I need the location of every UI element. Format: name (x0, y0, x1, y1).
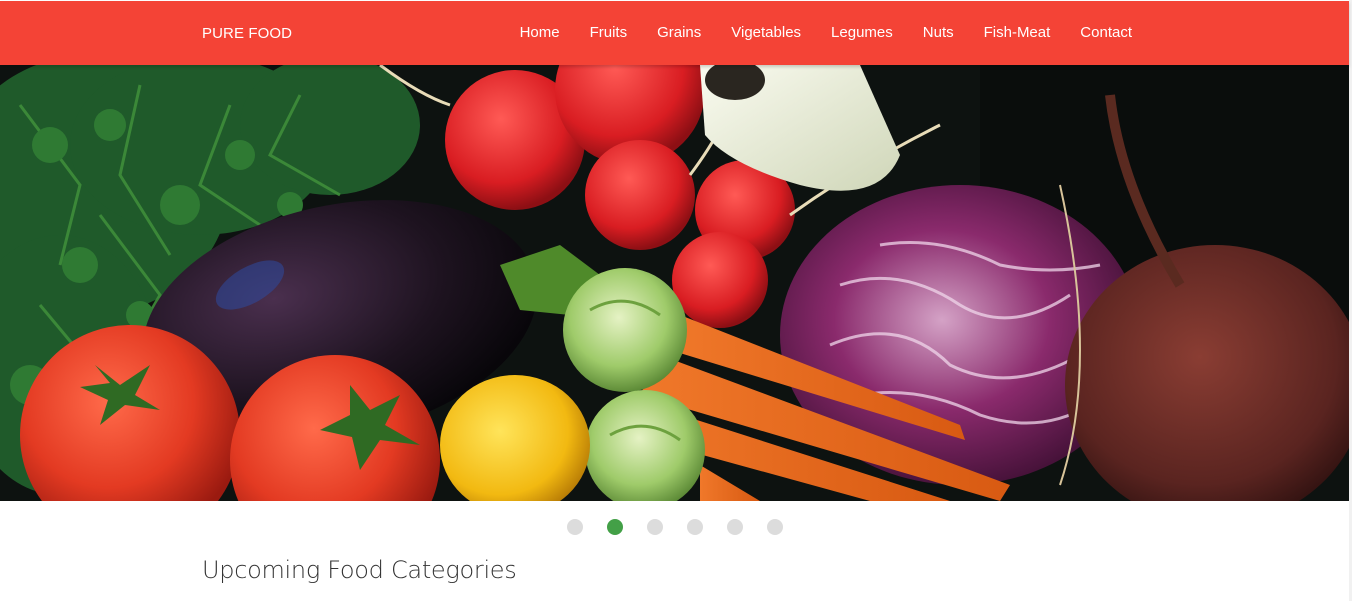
nav-link-nuts[interactable]: Nuts (908, 1, 969, 65)
nav-link-home[interactable]: Home (505, 1, 575, 65)
nav-menu: Home Fruits Grains Vigetables Legumes Nu… (505, 1, 1132, 65)
carousel-indicator-3[interactable] (646, 519, 663, 535)
carousel-indicator-6[interactable] (766, 519, 783, 535)
nav-link-fish-meat[interactable]: Fish-Meat (969, 1, 1066, 65)
nav-link-contact[interactable]: Contact (1065, 1, 1132, 65)
brand-logo-link[interactable]: PURE FOOD (202, 25, 292, 42)
nav-link-vegetables[interactable]: Vigetables (716, 1, 816, 65)
carousel-indicator-2[interactable] (606, 519, 623, 535)
vegetables-photo (0, 65, 1349, 501)
nav-link-grains[interactable]: Grains (642, 1, 716, 65)
nav-link-fruits[interactable]: Fruits (575, 1, 643, 65)
carousel-slide-image[interactable] (0, 65, 1349, 501)
nav-link-legumes[interactable]: Legumes (816, 1, 908, 65)
section-heading: Upcoming Food Categories (202, 556, 517, 584)
top-navbar: PURE FOOD Home Fruits Grains Vigetables … (0, 1, 1349, 65)
carousel-indicator-4[interactable] (686, 519, 703, 535)
carousel-indicators (0, 519, 1349, 535)
carousel-indicator-5[interactable] (726, 519, 743, 535)
carousel-indicator-1[interactable] (566, 519, 583, 535)
